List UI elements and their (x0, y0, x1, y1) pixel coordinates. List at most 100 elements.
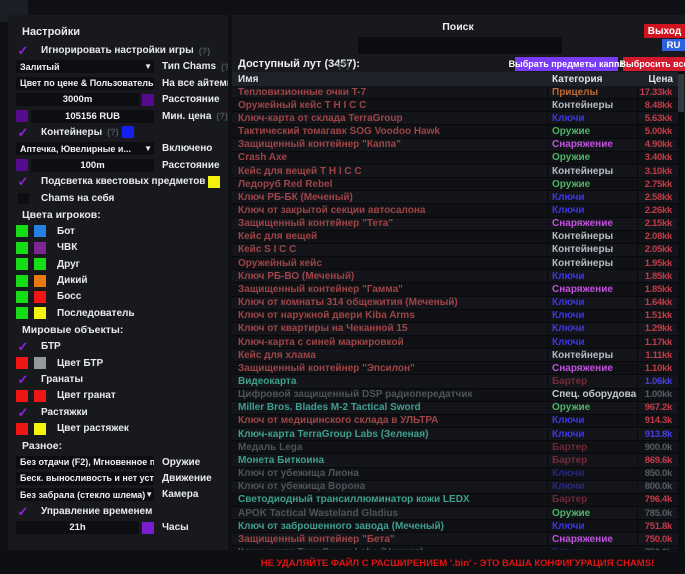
value-input[interactable]: 100m (31, 159, 154, 172)
table-row[interactable]: Защищенный контейнер "Тета"Снаряжение2.1… (232, 218, 679, 231)
color-swatch[interactable] (16, 307, 28, 319)
value-input[interactable]: 105156 RUB (31, 110, 154, 123)
section-label-row: Разное: (16, 439, 228, 452)
checkbox-label: Подсветка квестовых предметов (41, 176, 205, 187)
dropdown-select[interactable]: Беск. выносливость и нет уста:▼ (16, 472, 154, 485)
color-swatch[interactable] (34, 390, 46, 402)
table-row[interactable]: Монета БиткоинаБартер869.6k (232, 454, 679, 467)
table-row[interactable]: Кейс S I C CКонтейнеры2.05kk (232, 244, 679, 257)
checkbox-checked[interactable]: ✓ (16, 175, 30, 188)
checkbox-checked[interactable]: ✓ (16, 373, 30, 386)
checkbox-unchecked[interactable] (16, 192, 30, 205)
table-row[interactable]: Защищенный контейнер "Каппа"Снаряжение4.… (232, 139, 679, 152)
item-name: Ключ-карта TerraGroup Labs (Зеленая) (232, 429, 548, 440)
table-row[interactable]: Miller Bros. Blades M-2 Tactical SwordОр… (232, 402, 679, 415)
color-swatch[interactable] (208, 176, 220, 188)
dropdown-select[interactable]: Аптечка, Ювелирные и...▼ (16, 142, 154, 155)
table-row[interactable]: Защищенный контейнер "Бета"Снаряжение750… (232, 533, 679, 546)
color-swatch[interactable] (16, 225, 28, 237)
value-input[interactable]: 21h (16, 521, 139, 534)
column-category[interactable]: Категория (548, 74, 638, 85)
color-swatch[interactable] (34, 307, 46, 319)
dropdown-select[interactable]: Залитый▼ (16, 60, 154, 73)
table-row[interactable]: Ключ от закрытой секции автосалонаКлючи2… (232, 204, 679, 217)
value-input[interactable]: 3000m (16, 93, 139, 106)
color-swatch[interactable] (16, 423, 28, 435)
table-row[interactable]: Оружейный кейсКонтейнеры1.95kk (232, 257, 679, 270)
checkbox-checked[interactable]: ✓ (16, 406, 30, 419)
select-kappa-items-button[interactable]: Выбрать предметы каппа (515, 57, 618, 71)
table-row[interactable]: Ключ от наружной двери Kiba ArmsКлючи1.5… (232, 310, 679, 323)
table-row[interactable]: Тепловизионные очки T-7Прицелы17.33kk (232, 86, 679, 99)
drop-all-button[interactable]: Выбросить все (623, 57, 685, 71)
dropdown-select[interactable]: Без отдачи (F2), Мгновенное п▼ (16, 456, 154, 469)
column-name[interactable]: Имя (232, 74, 548, 85)
color-swatch[interactable] (16, 258, 28, 270)
color-swatch[interactable] (34, 275, 46, 287)
search-input[interactable] (358, 37, 562, 54)
check-row: Chams на себя (16, 192, 228, 205)
table-row[interactable]: Кейс для вещейКонтейнеры2.08kk (232, 231, 679, 244)
table-row[interactable]: Ключ РБ-ВО (Меченый)Ключи1.85kk (232, 270, 679, 283)
scrollbar-thumb[interactable] (678, 74, 684, 112)
color-swatch[interactable] (16, 390, 28, 402)
table-row[interactable]: Ключ-карта с синей маркировкойКлючи1.17k… (232, 336, 679, 349)
table-row[interactable]: Ключ от квартиры на Чеканной 15Ключи1.29… (232, 323, 679, 336)
table-row[interactable]: Ключ РБ-БК (Меченый)Ключи2.58kk (232, 191, 679, 204)
color-swatch[interactable] (34, 423, 46, 435)
loot-table-header: Имя Категория Цена (232, 72, 679, 86)
item-price: 751.8k (638, 521, 672, 532)
table-row[interactable]: Защищенный контейнер "Гамма"Снаряжение1.… (232, 283, 679, 296)
table-row[interactable]: Защищенный контейнер "Эпсилон"Снаряжение… (232, 362, 679, 375)
dropdown-select[interactable]: Цвет по цене & Пользователь▼ (16, 77, 154, 90)
check-icon: ✓ (18, 44, 29, 57)
color-swatch[interactable] (34, 291, 46, 303)
checkbox-checked[interactable]: ✓ (16, 340, 30, 353)
table-row[interactable]: Тактический томагавк SOG Voodoo HawkОруж… (232, 125, 679, 138)
color-swatch[interactable] (16, 357, 28, 369)
item-price: 1.95kk (638, 258, 672, 269)
table-row[interactable]: Цифровой защищенный DSP радиопередатчикС… (232, 389, 679, 402)
item-price: 800.0k (638, 481, 672, 492)
item-name: Ключ от комнаты 314 общежития (Меченый) (232, 297, 548, 308)
table-row[interactable]: APOK Tactical Wasteland GladiusОружие785… (232, 507, 679, 520)
column-price[interactable]: Цена (638, 74, 673, 85)
color-label: Последователь (57, 308, 135, 319)
color-swatch[interactable] (142, 522, 154, 534)
table-row[interactable]: Ледоруб Red RebelОружие2.75kk (232, 178, 679, 191)
color-swatch[interactable] (16, 291, 28, 303)
color-swatch[interactable] (142, 94, 154, 106)
scrollbar[interactable] (678, 72, 684, 550)
checkbox-checked[interactable]: ✓ (16, 126, 30, 139)
color-swatch[interactable] (34, 242, 46, 254)
color-swatch[interactable] (16, 275, 28, 287)
dropdown-select[interactable]: Без забрала (стекло шлема)▼ (16, 488, 154, 501)
exit-button[interactable]: Выход (644, 24, 685, 38)
table-row[interactable]: Медаль LegaБартер900.0k (232, 441, 679, 454)
table-row[interactable]: Ключ от комнаты 314 общежития (Меченый)К… (232, 297, 679, 310)
color-swatch[interactable] (16, 159, 28, 171)
table-row[interactable]: ВидеокартаБартер1.06kk (232, 375, 679, 388)
color-swatch[interactable] (34, 357, 46, 369)
table-row[interactable]: Ключ-карта от склада TerraGroupКлючи5.63… (232, 112, 679, 125)
table-row[interactable]: Светодиодный трансиллюминатор кожи LEDXБ… (232, 494, 679, 507)
table-row[interactable]: Ключ от убежища ЛионаКлючи850.0k (232, 468, 679, 481)
checkbox-checked[interactable]: ✓ (16, 505, 30, 518)
item-category: Ключи (548, 337, 638, 348)
table-row[interactable]: Ключ от заброшенного завода (Меченый)Клю… (232, 520, 679, 533)
color-swatch[interactable] (122, 126, 134, 138)
table-row[interactable]: Кейс для хламаКонтейнеры1.11kk (232, 349, 679, 362)
color-swatch[interactable] (34, 225, 46, 237)
checkbox-checked[interactable]: ✓ (16, 44, 30, 57)
item-name: Ключ РБ-ВО (Меченый) (232, 271, 548, 282)
table-row[interactable]: Оружейный кейс T H I C CКонтейнеры8.48kk (232, 99, 679, 112)
table-row[interactable]: Ключ-карта TerraGroup Labs (Зеленая)Ключ… (232, 428, 679, 441)
table-row[interactable]: Ключ от медицинского склада в УЛЬТРАКлюч… (232, 415, 679, 428)
table-row[interactable]: Ключ от убежища ВоронаКлючи800.0k (232, 481, 679, 494)
color-swatch[interactable] (16, 242, 28, 254)
language-button[interactable]: RU (662, 39, 685, 51)
table-row[interactable]: Crash AxeОружие3.40kk (232, 152, 679, 165)
color-swatch[interactable] (16, 110, 28, 122)
table-row[interactable]: Кейс для вещей T H I C CКонтейнеры3.10kk (232, 165, 679, 178)
color-swatch[interactable] (34, 258, 46, 270)
